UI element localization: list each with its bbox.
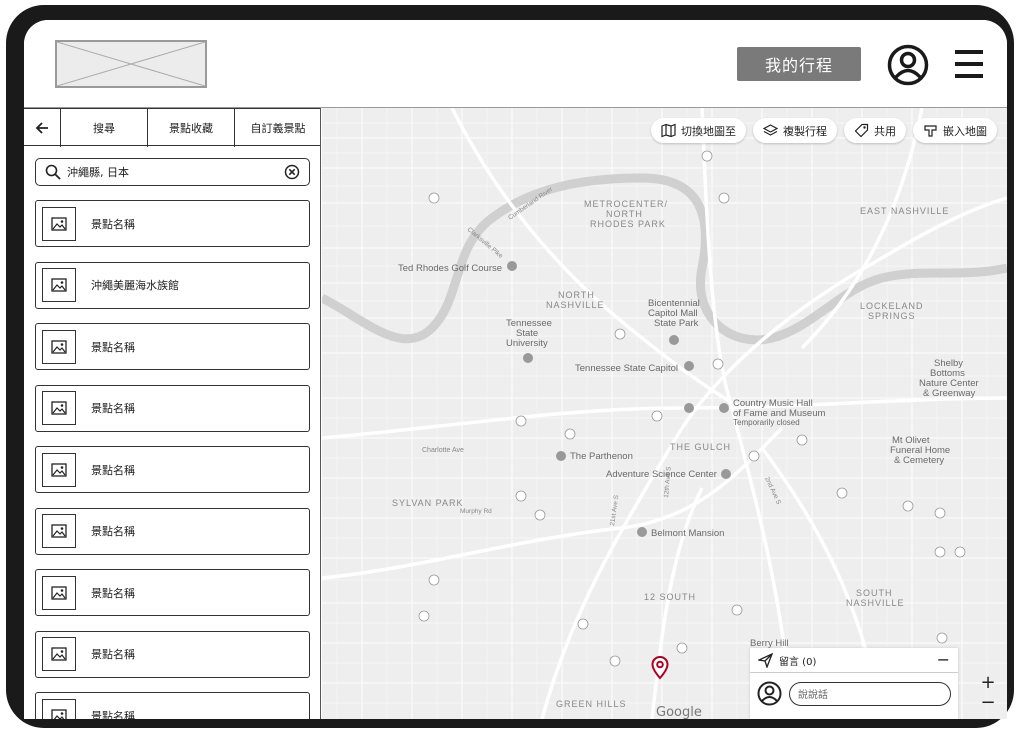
image-icon bbox=[42, 329, 76, 364]
svg-text:NORTH: NORTH bbox=[606, 209, 643, 219]
svg-text:LOCKELAND: LOCKELAND bbox=[860, 301, 924, 311]
image-icon bbox=[42, 268, 76, 302]
clear-search-icon[interactable] bbox=[284, 164, 300, 180]
embed-map-button[interactable]: 嵌入地圖 bbox=[913, 118, 997, 143]
svg-text:NASHVILLE: NASHVILLE bbox=[546, 300, 605, 310]
zoom-out-button[interactable]: − bbox=[980, 693, 995, 713]
list-item[interactable]: 景點名稱 bbox=[35, 200, 310, 247]
comment-title: 留言 (0) bbox=[779, 656, 817, 668]
list-item[interactable]: 景點名稱 bbox=[35, 446, 310, 493]
tab-search[interactable]: 搜尋 bbox=[61, 109, 148, 147]
svg-text:EAST NASHVILLE: EAST NASHVILLE bbox=[860, 206, 949, 216]
image-icon bbox=[42, 637, 76, 671]
image-icon bbox=[42, 698, 76, 719]
share-label: 共用 bbox=[874, 124, 896, 138]
spot-name: 景點名稱 bbox=[91, 340, 135, 354]
spot-name: 景點名稱 bbox=[91, 586, 135, 600]
svg-text:THE GULCH: THE GULCH bbox=[670, 442, 731, 452]
image-icon bbox=[42, 575, 76, 610]
search-input[interactable]: 沖繩縣, 日本 bbox=[67, 164, 284, 180]
svg-text:METROCENTER/: METROCENTER/ bbox=[584, 199, 668, 209]
app-screen: 我的行程 搜尋 景點收藏 自訂義景點 沖繩縣, 日本 景點名稱 沖繩美麗海水族館… bbox=[24, 20, 1007, 719]
image-icon bbox=[42, 452, 76, 487]
zoom-in-button[interactable]: + bbox=[980, 673, 995, 693]
svg-text:The Parthenon: The Parthenon bbox=[570, 451, 633, 462]
map-toolbar: 切換地圖至 複製行程 共用 嵌入地圖 bbox=[651, 118, 997, 143]
switch-map-label: 切換地圖至 bbox=[681, 124, 736, 138]
svg-text:NORTH: NORTH bbox=[558, 290, 595, 300]
search-box[interactable]: 沖繩縣, 日本 bbox=[35, 158, 310, 186]
svg-text:& Greenway: & Greenway bbox=[923, 388, 976, 399]
image-icon bbox=[42, 206, 76, 241]
svg-text:State Park: State Park bbox=[654, 318, 699, 329]
spot-name: 景點名稱 bbox=[91, 709, 135, 720]
map-view[interactable]: METROCENTER/ NORTH RHODES PARK EAST NASH… bbox=[322, 108, 1007, 719]
svg-text:Temporarily closed: Temporarily closed bbox=[733, 418, 800, 427]
google-logo: Google bbox=[656, 705, 702, 719]
comment-panel: 留言 (0) − 說說話 bbox=[750, 648, 958, 719]
svg-text:NASHVILLE: NASHVILLE bbox=[846, 598, 905, 608]
list-item[interactable]: 景點名稱 bbox=[35, 692, 310, 719]
svg-text:12 SOUTH: 12 SOUTH bbox=[644, 592, 696, 602]
logo-placeholder bbox=[55, 40, 207, 88]
svg-text:Tennessee State Capitol: Tennessee State Capitol bbox=[575, 363, 678, 374]
embed-icon bbox=[924, 125, 937, 137]
switch-map-button[interactable]: 切換地圖至 bbox=[651, 118, 746, 143]
spot-name: 景點名稱 bbox=[91, 525, 135, 538]
send-icon bbox=[758, 652, 773, 668]
embed-map-label: 嵌入地圖 bbox=[943, 124, 987, 138]
svg-text:RHODES PARK: RHODES PARK bbox=[590, 219, 666, 229]
search-icon bbox=[45, 164, 61, 180]
hamburger-menu-icon[interactable] bbox=[953, 46, 985, 82]
image-icon bbox=[42, 391, 76, 425]
spot-name: 景點名稱 bbox=[91, 217, 135, 231]
svg-text:Belmont Mansion: Belmont Mansion bbox=[651, 528, 724, 539]
user-avatar-icon[interactable] bbox=[887, 44, 929, 86]
app-header: 我的行程 bbox=[24, 20, 1007, 108]
location-pin-icon[interactable] bbox=[651, 655, 669, 684]
sidebar: 搜尋 景點收藏 自訂義景點 沖繩縣, 日本 景點名稱 沖繩美麗海水族館 景點名稱… bbox=[24, 108, 321, 719]
svg-text:GREEN HILLS: GREEN HILLS bbox=[556, 699, 627, 709]
svg-text:Adventure Science Center: Adventure Science Center bbox=[606, 469, 717, 480]
copy-trip-label: 複製行程 bbox=[783, 124, 827, 138]
list-item[interactable]: 沖繩美麗海水族館 bbox=[35, 261, 310, 309]
tab-custom-spots[interactable]: 自訂義景點 bbox=[235, 109, 320, 147]
list-item[interactable]: 景點名稱 bbox=[35, 384, 310, 432]
back-arrow-icon[interactable] bbox=[24, 109, 61, 147]
comment-header[interactable]: 留言 (0) − bbox=[750, 648, 958, 673]
svg-text:Murphy Rd: Murphy Rd bbox=[460, 508, 492, 515]
spot-name: 景點名稱 bbox=[91, 648, 135, 661]
svg-text:University: University bbox=[506, 338, 548, 349]
svg-text:& Cemetery: & Cemetery bbox=[894, 455, 944, 466]
svg-text:SPRINGS: SPRINGS bbox=[868, 311, 916, 321]
svg-text:Ted Rhodes Golf Course: Ted Rhodes Golf Course bbox=[398, 263, 502, 274]
tab-favorites[interactable]: 景點收藏 bbox=[148, 109, 235, 147]
tablet-frame: 我的行程 搜尋 景點收藏 自訂義景點 沖繩縣, 日本 景點名稱 沖繩美麗海水族館… bbox=[6, 5, 1014, 728]
svg-text:Charlotte Ave: Charlotte Ave bbox=[422, 447, 464, 454]
spot-name: 景點名稱 bbox=[91, 463, 135, 477]
tag-icon bbox=[854, 123, 869, 138]
image-icon bbox=[42, 514, 76, 548]
sidebar-tabs: 搜尋 景點收藏 自訂義景點 bbox=[24, 108, 320, 147]
list-item[interactable]: 景點名稱 bbox=[35, 323, 310, 370]
collapse-icon[interactable]: − bbox=[937, 650, 950, 669]
list-item[interactable]: 景點名稱 bbox=[35, 507, 310, 555]
svg-text:SYLVAN PARK: SYLVAN PARK bbox=[392, 498, 464, 508]
user-avatar-icon bbox=[757, 681, 782, 706]
share-button[interactable]: 共用 bbox=[844, 118, 906, 143]
layers-icon bbox=[763, 124, 778, 136]
spot-list: 景點名稱 沖繩美麗海水族館 景點名稱 景點名稱 景點名稱 景點名稱 景點名稱 景… bbox=[35, 200, 310, 719]
list-item[interactable]: 景點名稱 bbox=[35, 569, 310, 616]
map-canvas: METROCENTER/ NORTH RHODES PARK EAST NASH… bbox=[322, 108, 1007, 719]
list-item[interactable]: 景點名稱 bbox=[35, 630, 310, 678]
svg-text:SOUTH: SOUTH bbox=[856, 588, 893, 598]
zoom-controls: + − bbox=[977, 673, 999, 713]
my-trip-button[interactable]: 我的行程 bbox=[737, 47, 861, 81]
map-icon bbox=[661, 123, 676, 138]
spot-name: 景點名稱 bbox=[91, 402, 135, 415]
comment-input[interactable]: 說說話 bbox=[789, 681, 951, 706]
spot-name: 沖繩美麗海水族館 bbox=[91, 279, 179, 292]
copy-trip-button[interactable]: 複製行程 bbox=[753, 118, 837, 143]
